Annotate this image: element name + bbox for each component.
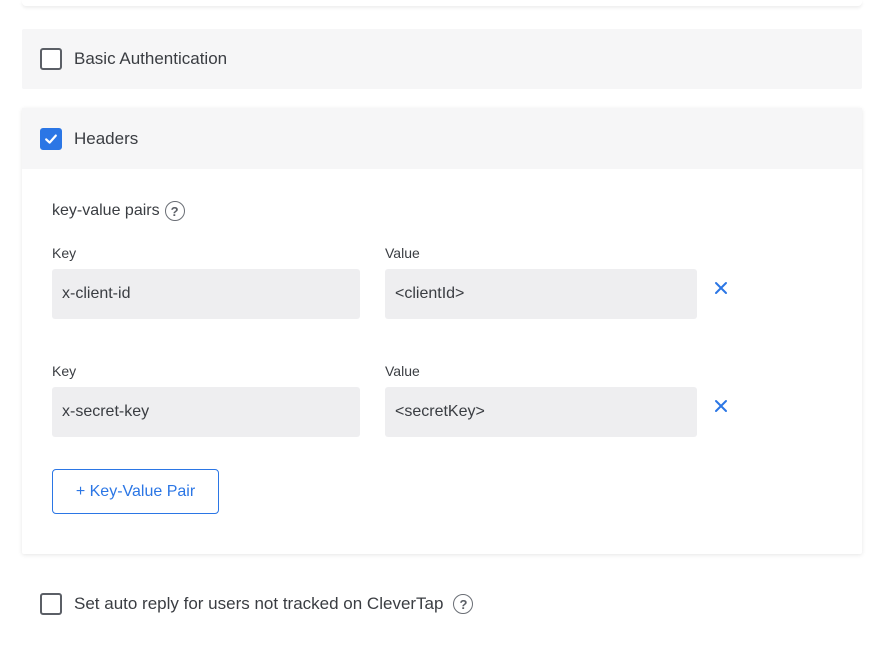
auto-reply-label: Set auto reply for users not tracked on … <box>74 594 444 613</box>
add-key-value-pair-button[interactable]: + Key-Value Pair <box>52 469 219 514</box>
basic-auth-label: Basic Authentication <box>74 49 228 68</box>
kv-pairs-label: key-value pairs <box>52 202 160 219</box>
key-input[interactable] <box>52 269 360 319</box>
headers-row[interactable]: Headers <box>22 108 862 169</box>
kv-pairs-title: key-value pairs ? <box>52 201 185 221</box>
auto-reply-checkbox[interactable] <box>40 593 62 615</box>
value-label: Value <box>385 363 420 379</box>
remove-pair-button[interactable] <box>712 397 730 415</box>
checkmark-icon <box>45 134 57 144</box>
help-icon[interactable]: ? <box>164 201 185 221</box>
auto-reply-row[interactable]: Set auto reply for users not tracked on … <box>22 589 474 619</box>
key-label: Key <box>52 363 77 379</box>
basic-auth-row[interactable]: Basic Authentication <box>22 29 862 89</box>
value-label: Value <box>385 245 420 261</box>
value-input[interactable] <box>385 387 697 437</box>
close-icon <box>715 282 727 294</box>
headers-label: Headers <box>74 128 139 148</box>
key-input[interactable] <box>52 387 360 437</box>
close-icon <box>715 400 727 412</box>
remove-pair-button[interactable] <box>712 279 730 297</box>
webhook-auth-settings: Basic Authentication Headers key-value p… <box>0 0 886 648</box>
headers-checkbox[interactable] <box>40 127 62 150</box>
key-label: Key <box>52 245 77 261</box>
value-input[interactable] <box>385 269 697 319</box>
help-icon[interactable]: ? <box>453 594 474 614</box>
basic-auth-checkbox[interactable] <box>40 48 62 70</box>
previous-card-edge <box>22 0 862 6</box>
headers-card: Headers key-value pairs ? Key Value Key … <box>22 108 862 554</box>
